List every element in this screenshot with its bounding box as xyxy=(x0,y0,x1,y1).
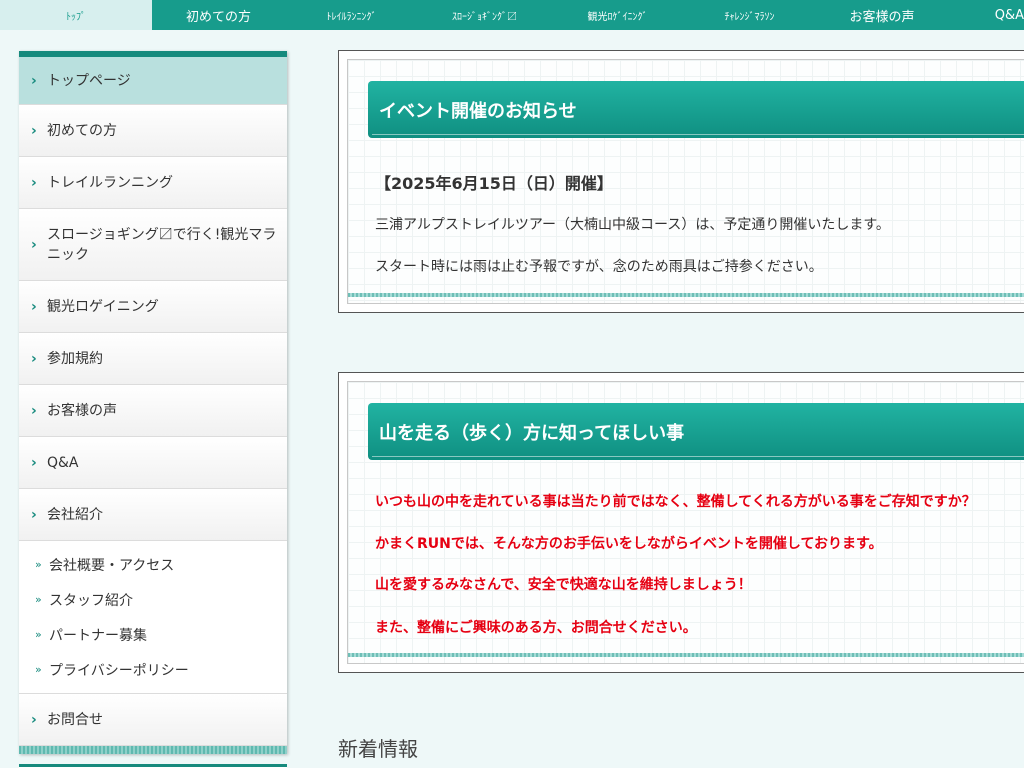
panel-footer-stripe xyxy=(348,653,1024,657)
nav-slow-jogging[interactable]: ｽﾛｰｼﾞｮｷﾞﾝｸﾞ〼 xyxy=(418,0,551,30)
sidebar-item-contact[interactable]: › お問合せ xyxy=(19,694,287,746)
nav-qa[interactable]: Q&A xyxy=(949,0,1024,30)
sidebar-item-label: お問合せ xyxy=(47,711,103,728)
mountain-text-line-1: いつも山の中を走れている事は当たり前ではなく、整備してくれる方がいる事をご存知で… xyxy=(375,494,976,510)
chevron-right-icon: › xyxy=(31,506,37,523)
submenu-item-label: スタッフ紹介 xyxy=(49,592,133,609)
double-chevron-icon: » xyxy=(35,628,42,641)
chevron-right-icon: › xyxy=(31,350,37,367)
nav-rogaining[interactable]: 観光ﾛｹﾞｲﾆﾝｸﾞ xyxy=(551,0,684,30)
sidebar-footer-stripe xyxy=(19,746,287,754)
chevron-right-icon: › xyxy=(31,298,37,315)
sidebar-item-label: 観光ロゲイニング xyxy=(47,298,159,315)
sidebar-item-label: 参加規約 xyxy=(47,350,103,367)
mountain-text-line-3: 山を愛するみなさんで、安全で快適な山を維持しましょう！ xyxy=(375,577,752,593)
sidebar: › トップページ › 初めての方 › トレイルランニング › スロージョギング〼… xyxy=(19,51,287,754)
sidebar-item-slow-jogging[interactable]: › スロージョギング〼で行く!観光マラニック xyxy=(19,209,287,281)
event-notice-panel: イベント開催のお知らせ 【2025年6月15日（日）開催】 三浦アルプストレイル… xyxy=(338,50,1024,313)
sidebar-item-label: 会社紹介 xyxy=(47,506,103,523)
double-chevron-icon: » xyxy=(35,593,42,606)
sidebar-item-terms[interactable]: › 参加規約 xyxy=(19,333,287,385)
sidebar-item-label: トップページ xyxy=(47,72,131,89)
chevron-right-icon: › xyxy=(31,174,37,191)
mountain-notice-panel: 山を走る（歩く）方に知ってほしい事 いつも山の中を走れている事は当たり前ではなく… xyxy=(338,372,1024,673)
top-nav: ﾄｯﾌﾟ 初めての方 ﾄﾚｲﾙﾗﾝﾆﾝｸﾞ ｽﾛｰｼﾞｮｷﾞﾝｸﾞ〼 観光ﾛｹﾞ… xyxy=(0,0,1024,30)
event-date: 【2025年6月15日（日）開催】 xyxy=(375,174,613,193)
chevron-right-icon: › xyxy=(31,236,37,253)
submenu-item-partner[interactable]: » パートナー募集 xyxy=(19,617,287,652)
sidebar-item-top[interactable]: › トップページ xyxy=(19,57,287,105)
submenu-item-label: 会社概要・アクセス xyxy=(49,557,175,574)
submenu-item-label: プライバシーポリシー xyxy=(49,662,189,679)
submenu-item-privacy[interactable]: » プライバシーポリシー xyxy=(19,652,287,687)
nav-challenge-marathon[interactable]: ﾁｬﾚﾝｼﾞﾏﾗｿﾝ xyxy=(684,0,815,30)
sidebar-item-label: お客様の声 xyxy=(47,402,117,419)
mountain-notice-title: 山を走る（歩く）方に知ってほしい事 xyxy=(368,403,1024,460)
sidebar-item-label: トレイルランニング xyxy=(47,174,173,191)
news-heading: 新着情報 xyxy=(338,737,418,761)
company-submenu: » 会社概要・アクセス » スタッフ紹介 » パートナー募集 » プライバシーポ… xyxy=(19,541,287,694)
sidebar-item-rogaining[interactable]: › 観光ロゲイニング xyxy=(19,281,287,333)
sidebar-second-box xyxy=(19,764,287,768)
nav-first-time[interactable]: 初めての方 xyxy=(152,0,285,30)
chevron-right-icon: › xyxy=(31,454,37,471)
sidebar-item-company[interactable]: › 会社紹介 xyxy=(19,489,287,541)
sidebar-item-trail-running[interactable]: › トレイルランニング xyxy=(19,157,287,209)
nav-top[interactable]: ﾄｯﾌﾟ xyxy=(0,0,152,30)
submenu-item-label: パートナー募集 xyxy=(49,627,147,644)
sidebar-item-label: スロージョギング〼で行く!観光マラニック xyxy=(47,226,277,263)
event-text-line-2: スタート時には雨は止む予報ですが、念のため雨具はご持参ください。 xyxy=(375,259,823,275)
mountain-text-line-4: また、整備にご興味のある方、お問合せください。 xyxy=(375,620,697,636)
chevron-right-icon: › xyxy=(31,711,37,728)
nav-customer-voice[interactable]: お客様の声 xyxy=(815,0,949,30)
sidebar-item-label: 初めての方 xyxy=(47,122,117,139)
submenu-item-staff[interactable]: » スタッフ紹介 xyxy=(19,582,287,617)
chevron-right-icon: › xyxy=(31,72,37,89)
submenu-item-overview[interactable]: » 会社概要・アクセス xyxy=(19,547,287,582)
chevron-right-icon: › xyxy=(31,122,37,139)
sidebar-item-first-time[interactable]: › 初めての方 xyxy=(19,105,287,157)
event-text-line-1: 三浦アルプストレイルツアー（大楠山中級コース）は、予定通り開催いたします。 xyxy=(375,217,890,233)
double-chevron-icon: » xyxy=(35,558,42,571)
sidebar-item-qa[interactable]: › Q&A xyxy=(19,437,287,489)
event-notice-title: イベント開催のお知らせ xyxy=(368,81,1024,138)
sidebar-item-customer-voice[interactable]: › お客様の声 xyxy=(19,385,287,437)
double-chevron-icon: » xyxy=(35,663,42,676)
mountain-text-line-2: かまくRUNでは、そんな方のお手伝いをしながらイベントを開催しております。 xyxy=(375,536,883,552)
chevron-right-icon: › xyxy=(31,402,37,419)
panel-footer-stripe xyxy=(348,293,1024,297)
nav-trail-running[interactable]: ﾄﾚｲﾙﾗﾝﾆﾝｸﾞ xyxy=(285,0,418,30)
sidebar-item-label: Q&A xyxy=(47,454,79,471)
